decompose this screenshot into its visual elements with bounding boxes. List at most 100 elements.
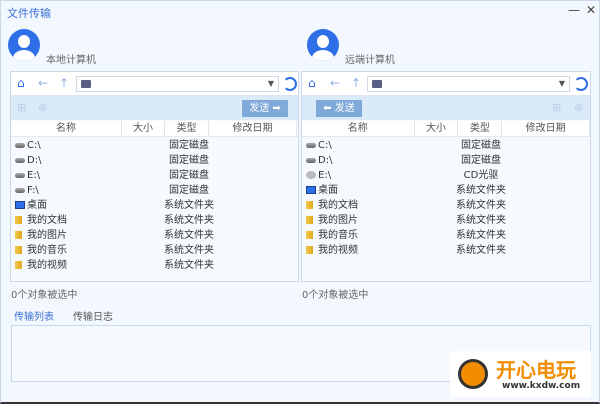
list-item[interactable]: E:\ 固定磁盘 [11, 168, 298, 183]
item-name: D:\ [27, 155, 42, 166]
folder-icon [306, 216, 313, 224]
back-icon[interactable]: ← [38, 76, 48, 90]
item-type: 固定磁盘 [169, 155, 209, 166]
local-computer-label: 本地计算机 [46, 55, 96, 66]
item-name: D:\ [318, 155, 333, 166]
mascot-icon [458, 359, 488, 389]
list-item[interactable]: 我的音乐 系统文件夹 [11, 243, 298, 258]
column-size[interactable]: 大小 [122, 121, 165, 136]
delete-icon[interactable]: ⊗ [574, 101, 583, 114]
item-type: 系统文件夹 [164, 215, 214, 226]
item-name: E:\ [318, 170, 332, 181]
item-type: 固定磁盘 [461, 155, 501, 166]
remote-panel: ⌂ ← ↑ ▼ ⬅ 发送 ⊞ ⊗ 名称 大小 类型 修改日期 C:\ 固定磁盘 … [301, 71, 591, 282]
folder-icon [372, 80, 382, 88]
item-type: 系统文件夹 [456, 245, 506, 256]
path-dropdown[interactable]: ▼ [367, 76, 570, 92]
list-item[interactable]: 桌面 系统文件夹 [11, 198, 298, 213]
folder-icon [15, 231, 22, 239]
list-item[interactable]: D:\ 固定磁盘 [11, 153, 298, 168]
column-modified[interactable]: 修改日期 [502, 121, 590, 136]
item-type: 固定磁盘 [169, 170, 209, 181]
back-icon[interactable]: ← [330, 76, 340, 90]
drive-icon [306, 158, 316, 163]
path-dropdown[interactable]: ▼ [76, 76, 279, 92]
user-avatar-icon [307, 29, 339, 61]
chevron-down-icon[interactable]: ▼ [559, 79, 565, 88]
local-header: 本地计算机 [8, 23, 298, 69]
item-type: 系统文件夹 [456, 185, 506, 196]
list-item[interactable]: E:\ CD光驱 [302, 168, 590, 183]
column-size[interactable]: 大小 [415, 121, 459, 136]
item-name: 我的音乐 [27, 245, 67, 256]
list-item[interactable]: 我的视频 系统文件夹 [302, 243, 590, 258]
new-folder-icon[interactable]: ⊞ [17, 101, 26, 114]
tab-transfer-log[interactable]: 传输日志 [73, 308, 113, 326]
list-item[interactable]: C:\ 固定磁盘 [11, 138, 298, 153]
list-item[interactable]: C:\ 固定磁盘 [302, 138, 590, 153]
column-name[interactable]: 名称 [302, 121, 415, 136]
item-type: 系统文件夹 [164, 245, 214, 256]
item-name: 我的音乐 [318, 230, 358, 241]
list-item[interactable]: 我的视频 系统文件夹 [11, 258, 298, 273]
item-type: 系统文件夹 [164, 230, 214, 241]
item-name: 桌面 [318, 185, 338, 196]
item-type: 固定磁盘 [169, 140, 209, 151]
refresh-icon[interactable] [283, 77, 297, 91]
chevron-down-icon[interactable]: ▼ [268, 79, 274, 88]
item-name: 我的视频 [318, 245, 358, 256]
new-folder-icon[interactable]: ⊞ [552, 101, 561, 114]
item-name: C:\ [27, 140, 41, 151]
folder-icon [15, 261, 22, 269]
watermark-logo: 开心电玩 www.kxdw.com [450, 351, 591, 397]
send-to-local-button[interactable]: ⬅ 发送 [316, 100, 362, 117]
up-icon[interactable]: ↑ [59, 76, 69, 90]
list-item[interactable]: 我的音乐 系统文件夹 [302, 228, 590, 243]
list-item[interactable]: 我的文档 系统文件夹 [302, 198, 590, 213]
close-button[interactable]: ✕ [586, 3, 596, 17]
refresh-icon[interactable] [574, 77, 588, 91]
list-item[interactable]: 桌面 系统文件夹 [302, 183, 590, 198]
item-name: 我的图片 [318, 215, 358, 226]
list-item[interactable]: 我的图片 系统文件夹 [11, 228, 298, 243]
list-item[interactable]: D:\ 固定磁盘 [302, 153, 590, 168]
item-type: CD光驱 [463, 170, 499, 181]
desktop-icon [15, 201, 25, 209]
home-icon[interactable]: ⌂ [17, 76, 25, 90]
remote-status: 0个对象被选中 [302, 290, 369, 301]
item-type: 系统文件夹 [164, 200, 214, 211]
column-type[interactable]: 类型 [165, 121, 209, 136]
list-item[interactable]: 我的文档 系统文件夹 [11, 213, 298, 228]
item-name: 我的图片 [27, 230, 67, 241]
folder-icon [15, 216, 22, 224]
home-icon[interactable]: ⌂ [308, 76, 316, 90]
minimize-button[interactable]: — [568, 3, 580, 17]
list-item[interactable]: F:\ 固定磁盘 [11, 183, 298, 198]
folder-icon [306, 231, 313, 239]
drive-icon [15, 158, 25, 163]
local-status: 0个对象被选中 [11, 290, 78, 301]
item-name: E:\ [27, 170, 41, 181]
folder-icon [81, 80, 91, 88]
folder-icon [15, 246, 22, 254]
folder-icon [306, 201, 313, 209]
local-panel: ⌂ ← ↑ ▼ ⊞ ⊗ 发送 ➡ 名称 大小 类型 修改日期 C:\ 固定磁盘 … [10, 71, 299, 282]
send-to-remote-button[interactable]: 发送 ➡ [242, 100, 288, 117]
drive-icon [306, 143, 316, 148]
column-type[interactable]: 类型 [458, 121, 503, 136]
file-list: C:\ 固定磁盘 D:\ 固定磁盘 E:\ CD光驱 桌面 系统文件夹 我的文档… [302, 138, 590, 258]
drive-icon [15, 143, 25, 148]
column-name[interactable]: 名称 [11, 121, 122, 136]
list-item[interactable]: 我的图片 系统文件夹 [302, 213, 590, 228]
item-type: 固定磁盘 [461, 140, 501, 151]
item-type: 系统文件夹 [456, 230, 506, 241]
column-modified[interactable]: 修改日期 [209, 121, 297, 136]
item-name: 我的视频 [27, 260, 67, 271]
folder-icon [306, 246, 313, 254]
up-icon[interactable]: ↑ [351, 76, 361, 90]
file-list: C:\ 固定磁盘 D:\ 固定磁盘 E:\ 固定磁盘 F:\ 固定磁盘 桌面 系… [11, 138, 298, 273]
drive-icon [15, 173, 25, 178]
item-name: F:\ [27, 185, 39, 196]
item-name: C:\ [318, 140, 332, 151]
delete-icon[interactable]: ⊗ [38, 101, 47, 114]
